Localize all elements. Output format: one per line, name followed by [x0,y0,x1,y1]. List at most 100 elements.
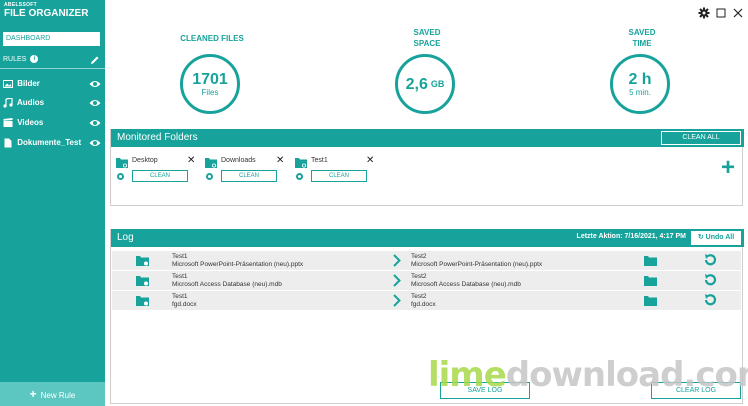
monitored-title: Monitored Folders [117,132,198,143]
source-folder-name: Test1 [172,253,188,260]
eye-icon[interactable] [89,79,101,89]
dashboard-nav-item[interactable]: DASHBOARD [3,32,100,46]
source-file-name: Microsoft PowerPoint-Präsentation (neu).… [172,261,304,268]
chevron-right-icon [393,254,401,267]
edit-pencil-icon[interactable] [90,55,100,65]
destination-folder-icon [644,276,657,286]
folder-name: Downloads [221,157,256,164]
undo-icon[interactable] [703,253,717,267]
rule-label: Bilder [17,79,40,88]
last-action-timestamp: Letzte Aktion: 7/16/2021, 4:17 PM [576,233,686,240]
monitored-folder-test1: Test1 ✕ CLEAN [295,155,375,184]
destination-folder-name: Test2 [411,293,427,300]
clean-folder-button[interactable]: CLEAN [311,170,367,182]
watermark-part1: lime [428,355,507,395]
remove-folder-icon[interactable]: ✕ [276,155,284,166]
destination-file-name: fgd.docx [411,301,436,308]
folder-icon [205,158,217,168]
music-icon [3,97,13,108]
destination-file-name: Microsoft Access Database (neu).mdb [411,281,521,288]
logo-product: FILE ORGANIZER [4,8,89,19]
stat-saved-space: SAVED SPACE 2,6 GB [367,27,487,114]
source-file-name: Microsoft Access Database (neu).mdb [172,281,282,288]
folder-settings-icon[interactable] [206,173,213,180]
stat-value: 1701 [192,70,228,88]
clean-all-button[interactable]: CLEAN ALL [661,131,741,145]
log-row: Test1 Microsoft PowerPoint-Präsentation … [112,251,741,270]
rule-item-bilder[interactable]: Bilder [3,77,103,91]
source-folder-name: Test1 [172,273,188,280]
rule-item-audios[interactable]: Audios [3,96,103,110]
remove-folder-icon[interactable]: ✕ [366,155,374,166]
undo-all-button[interactable]: ↻ Undo All [691,231,741,245]
new-rule-button[interactable]: + New Rule [0,382,105,406]
image-icon [3,79,13,88]
log-destination: Test2 Microsoft Access Database (neu).md… [411,273,521,289]
folder-name: Desktop [132,157,158,164]
sidebar: ABELSSOFT FILE ORGANIZER DASHBOARD RULES… [0,0,105,406]
rules-divider [0,68,105,69]
log-destination: Test2 Microsoft PowerPoint-Präsentation … [411,253,542,269]
stat-label: CLEANED FILES [180,34,244,43]
log-header: Log Letzte Aktion: 7/16/2021, 4:17 PM ↻ … [111,229,744,247]
info-icon[interactable]: i [30,55,39,64]
remove-folder-icon[interactable]: ✕ [187,155,195,166]
destination-folder-name: Test2 [411,253,427,260]
clean-folder-button[interactable]: CLEAN [221,170,277,182]
document-icon [4,138,12,148]
source-folder-icon [136,296,149,306]
monitored-folder-desktop: Desktop ✕ CLEAN [116,155,196,184]
source-file-name: fgd.docx [172,301,197,308]
rule-item-dokumente-test[interactable]: Dokumente_Test [3,136,103,150]
folder-icon [116,158,128,168]
watermark-part2: download.com [505,355,748,395]
log-row: Test1 fgd.docx Test2 fgd.docx [112,291,741,310]
undo-icon[interactable] [703,293,717,307]
new-rule-label: New Rule [40,391,76,400]
log-source: Test1 Microsoft PowerPoint-Präsentation … [172,253,303,269]
eye-icon[interactable] [89,98,101,108]
stat-label-2: TIME [632,39,652,48]
folder-icon [295,158,307,168]
stat-value: 2,6 [405,75,428,93]
destination-folder-icon [644,296,657,306]
eye-icon[interactable] [89,138,101,148]
monitored-header: Monitored Folders CLEAN ALL [111,129,744,147]
close-window-icon[interactable] [732,7,744,19]
clean-folder-button[interactable]: CLEAN [132,170,188,182]
folder-settings-icon[interactable] [296,173,303,180]
rule-label: Audios [16,98,45,107]
log-source: Test1 fgd.docx [172,293,197,309]
stat-circle: 1701 Files [180,54,240,114]
log-row: Test1 Microsoft Access Database (neu).md… [112,271,741,290]
stat-unit: Files [201,87,219,97]
stat-circle: 2 h 5 min. [610,54,670,114]
watermark: limedownload.com [428,356,748,394]
plus-icon: + [29,387,37,401]
undo-all-label: Undo All [705,234,735,241]
stat-saved-time: SAVED TIME 2 h 5 min. [582,27,702,114]
destination-file-name: Microsoft PowerPoint-Präsentation (neu).… [411,261,543,268]
folder-name: Test1 [311,157,328,164]
stat-unit: GB [430,79,445,89]
maximize-icon[interactable] [715,7,727,19]
add-folder-plus-icon[interactable]: + [721,156,735,180]
log-destination: Test2 fgd.docx [411,293,436,309]
log-title: Log [117,232,134,243]
source-folder-icon [136,256,149,266]
stat-cleaned-files: CLEANED FILES 1701 Files [152,27,272,114]
chevron-right-icon [393,274,401,287]
undo-icon[interactable] [703,273,717,287]
folder-settings-icon[interactable] [117,173,124,180]
chevron-right-icon [393,294,401,307]
stat-label-1: SAVED [628,28,656,37]
undo-icon: ↻ [697,234,704,241]
monitored-folder-downloads: Downloads ✕ CLEAN [205,155,285,184]
source-folder-name: Test1 [172,293,188,300]
settings-gear-icon[interactable] [698,7,710,19]
eye-icon[interactable] [89,118,101,128]
destination-folder-icon [644,256,657,266]
stat-value: 2 h [628,70,652,88]
rule-item-videos[interactable]: Videos [3,116,103,130]
destination-folder-name: Test2 [411,273,427,280]
